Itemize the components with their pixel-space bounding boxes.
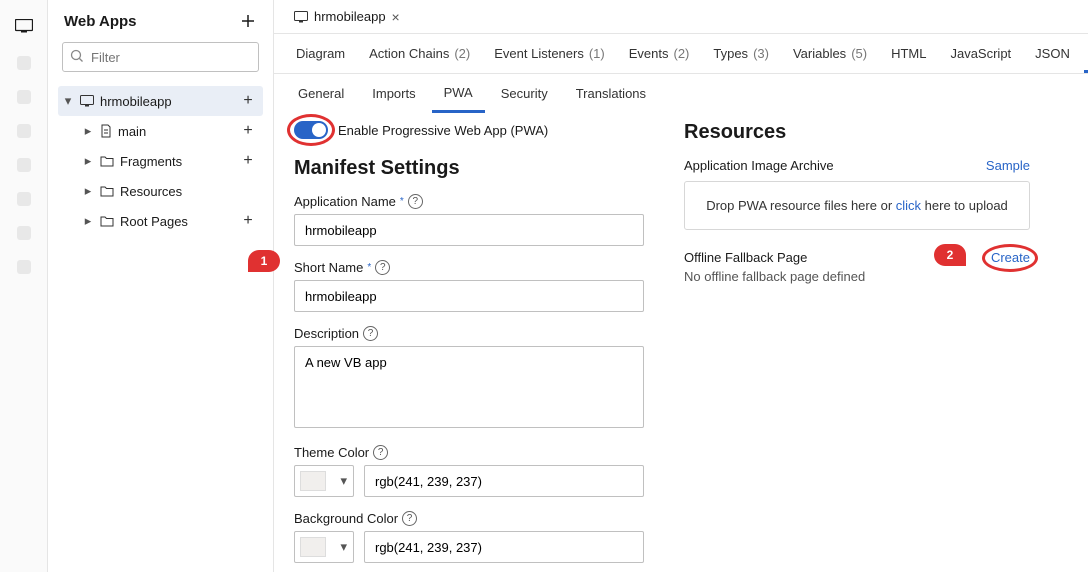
rail-placeholder-icon[interactable]: [17, 192, 31, 206]
manifest-heading: Manifest Settings: [294, 157, 644, 180]
tab-html[interactable]: HTML: [881, 34, 936, 73]
tab-variables[interactable]: Variables(5): [783, 34, 877, 73]
help-icon[interactable]: ?: [375, 260, 390, 275]
caret-right-icon: ▸: [82, 123, 94, 139]
short-name-label: Short Name: [294, 260, 363, 275]
rail-placeholder-icon[interactable]: [17, 56, 31, 70]
callout-badge-1: 1: [248, 250, 280, 272]
filter-input[interactable]: [62, 42, 259, 72]
color-swatch: [300, 537, 326, 557]
tree-label: main: [118, 124, 231, 139]
archive-label: Application Image Archive: [684, 158, 834, 173]
add-child-button[interactable]: +: [237, 150, 259, 172]
settings-tab-translations[interactable]: Translations: [564, 74, 658, 114]
tree-item-rootpages[interactable]: ▸ Root Pages +: [78, 206, 263, 236]
editor-tab-label: hrmobileapp: [314, 9, 386, 24]
tree-label: Resources: [120, 184, 259, 199]
short-name-input[interactable]: [294, 280, 644, 312]
folder-icon: [100, 185, 114, 197]
sample-link[interactable]: Sample: [986, 158, 1030, 173]
rail-placeholder-icon[interactable]: [17, 158, 31, 172]
settings-tab-pwa[interactable]: PWA: [432, 74, 485, 114]
sidebar: Web Apps ▾ hrmobileapp + ▸: [48, 0, 274, 572]
help-icon[interactable]: ?: [408, 194, 423, 209]
monitor-icon: [294, 11, 308, 23]
tab-javascript[interactable]: JavaScript: [940, 34, 1021, 73]
theme-color-input[interactable]: [364, 465, 644, 497]
chevron-down-icon: ▾: [340, 539, 347, 555]
editor-tab[interactable]: hrmobileapp ×: [284, 0, 410, 33]
caret-right-icon: ▸: [82, 213, 94, 229]
callout-badge-2: 2: [934, 244, 966, 266]
search-icon: [70, 49, 84, 63]
caret-right-icon: ▸: [82, 183, 94, 199]
tree-item-resources[interactable]: ▸ Resources: [78, 176, 263, 206]
rail-placeholder-icon[interactable]: [17, 226, 31, 240]
tab-diagram[interactable]: Diagram: [286, 34, 355, 73]
tree-item-main[interactable]: ▸ main +: [78, 116, 263, 146]
rail-placeholder-icon[interactable]: [17, 90, 31, 104]
sidebar-title: Web Apps: [64, 13, 137, 30]
folder-icon: [100, 215, 114, 227]
upload-click-link[interactable]: click: [896, 198, 921, 213]
settings-tab-general[interactable]: General: [286, 74, 356, 114]
description-input[interactable]: A new VB app: [294, 346, 644, 428]
flow-icon: [100, 124, 112, 138]
webapps-rail-icon[interactable]: [14, 16, 34, 36]
app-name-input[interactable]: [294, 214, 644, 246]
add-child-button[interactable]: +: [237, 120, 259, 142]
tab-types[interactable]: Types(3): [703, 34, 779, 73]
app-name-label: Application Name: [294, 194, 396, 209]
resources-heading: Resources: [684, 121, 1030, 144]
background-color-input[interactable]: [364, 531, 644, 563]
inspector-tabs: Diagram Action Chains(2) Event Listeners…: [274, 34, 1088, 74]
theme-color-label: Theme Color: [294, 445, 369, 460]
tab-action-chains[interactable]: Action Chains(2): [359, 34, 480, 73]
folder-icon: [100, 155, 114, 167]
settings-tab-security[interactable]: Security: [489, 74, 560, 114]
dropzone[interactable]: Drop PWA resource files here or click he…: [684, 181, 1030, 230]
tab-event-listeners[interactable]: Event Listeners(1): [484, 34, 615, 73]
main-content: hrmobileapp × Diagram Action Chains(2) E…: [274, 0, 1088, 572]
required-indicator: *: [367, 262, 371, 273]
help-icon[interactable]: ?: [373, 445, 388, 460]
offline-description: No offline fallback page defined: [684, 269, 1030, 284]
tree-label: Root Pages: [120, 214, 231, 229]
rail-placeholder-icon[interactable]: [17, 260, 31, 274]
left-rail: [0, 0, 48, 572]
add-child-button[interactable]: +: [237, 90, 259, 112]
add-webapp-button[interactable]: [237, 10, 259, 32]
rail-placeholder-icon[interactable]: [17, 124, 31, 138]
description-label: Description: [294, 326, 359, 341]
help-icon[interactable]: ?: [363, 326, 378, 341]
settings-subtabs: General Imports PWA Security Translation…: [274, 74, 1088, 114]
tree-item-fragments[interactable]: ▸ Fragments +: [78, 146, 263, 176]
tab-settings[interactable]: Settings: [1084, 34, 1088, 73]
caret-right-icon: ▸: [82, 153, 94, 169]
caret-down-icon: ▾: [62, 93, 74, 109]
tree-label: Fragments: [120, 154, 231, 169]
tab-json[interactable]: JSON: [1025, 34, 1080, 73]
background-color-picker[interactable]: ▾: [294, 531, 354, 563]
tab-events[interactable]: Events(2): [619, 34, 700, 73]
tree-label: hrmobileapp: [100, 94, 231, 109]
editor-tabbar: hrmobileapp ×: [274, 0, 1088, 34]
create-link[interactable]: Create: [991, 250, 1030, 265]
tree-item-app[interactable]: ▾ hrmobileapp +: [58, 86, 263, 116]
chevron-down-icon: ▾: [340, 473, 347, 489]
enable-pwa-label: Enable Progressive Web App (PWA): [338, 123, 548, 138]
offline-label: Offline Fallback Page: [684, 250, 807, 265]
enable-pwa-toggle[interactable]: [294, 121, 328, 139]
close-icon[interactable]: ×: [392, 9, 400, 25]
background-color-label: Background Color: [294, 511, 398, 526]
monitor-icon: [80, 95, 94, 107]
help-icon[interactable]: ?: [402, 511, 417, 526]
theme-color-picker[interactable]: ▾: [294, 465, 354, 497]
required-indicator: *: [400, 196, 404, 207]
add-child-button[interactable]: +: [237, 210, 259, 232]
color-swatch: [300, 471, 326, 491]
settings-tab-imports[interactable]: Imports: [360, 74, 427, 114]
